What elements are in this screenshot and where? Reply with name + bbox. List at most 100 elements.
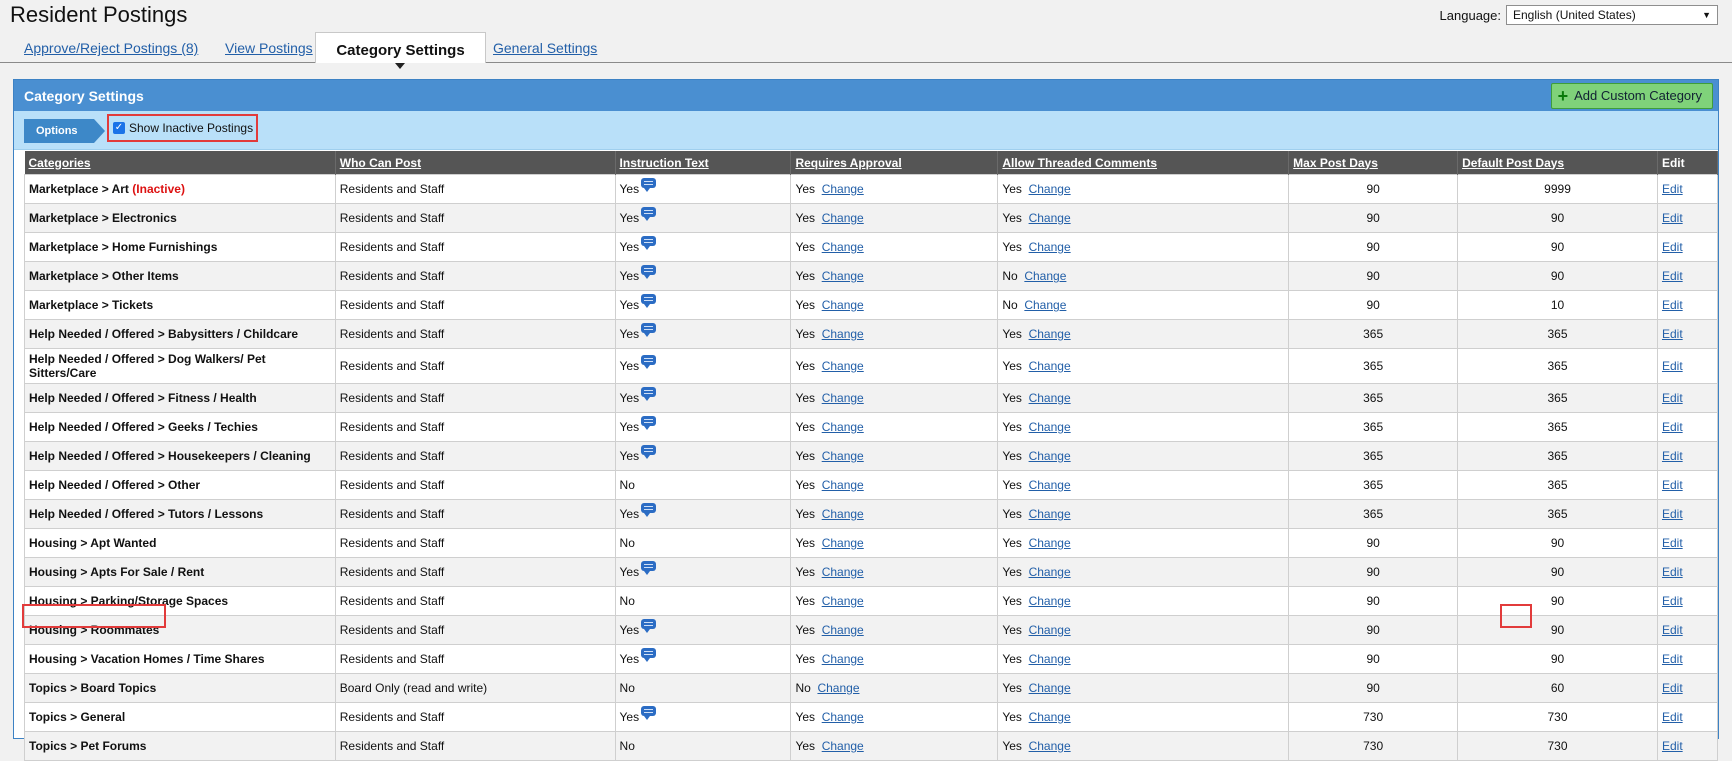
show-inactive-toggle[interactable]: ✓ Show Inactive Postings — [107, 114, 258, 142]
edit-link[interactable]: Edit — [1662, 298, 1683, 312]
speech-bubble-icon[interactable] — [641, 294, 657, 308]
cell-edit: Edit — [1656, 319, 1719, 349]
change-threaded-link[interactable]: Change — [1029, 327, 1071, 341]
speech-bubble-icon[interactable] — [641, 355, 657, 369]
edit-link[interactable]: Edit — [1662, 211, 1683, 225]
edit-link[interactable]: Edit — [1662, 739, 1683, 753]
change-approval-link[interactable]: Change — [822, 240, 864, 254]
change-threaded-link[interactable]: Change — [1024, 298, 1066, 312]
edit-link[interactable]: Edit — [1662, 449, 1683, 463]
change-threaded-link[interactable]: Change — [1029, 449, 1071, 463]
change-approval-link[interactable]: Change — [822, 710, 864, 724]
change-approval-link[interactable]: Change — [822, 507, 864, 521]
edit-link[interactable]: Edit — [1662, 240, 1683, 254]
instruction-value: Yes — [619, 449, 640, 463]
speech-bubble-icon[interactable] — [641, 178, 657, 192]
header-requires-approval[interactable]: Requires Approval — [790, 151, 999, 175]
change-approval-link[interactable]: Change — [822, 449, 864, 463]
edit-link[interactable]: Edit — [1662, 359, 1683, 373]
speech-bubble-icon[interactable] — [641, 503, 657, 517]
change-approval-link[interactable]: Change — [822, 623, 864, 637]
edit-link[interactable]: Edit — [1662, 327, 1683, 341]
change-approval-link[interactable]: Change — [822, 391, 864, 405]
change-threaded-link[interactable]: Change — [1029, 652, 1071, 666]
header-who-can-post[interactable]: Who Can Post — [335, 151, 616, 175]
change-threaded-link[interactable]: Change — [1024, 269, 1066, 283]
edit-link[interactable]: Edit — [1662, 507, 1683, 521]
speech-bubble-icon[interactable] — [641, 648, 657, 662]
change-approval-link[interactable]: Change — [822, 420, 864, 434]
speech-bubble-icon[interactable] — [641, 445, 657, 459]
change-approval-link[interactable]: Change — [822, 594, 864, 608]
header-allow-threaded-comments[interactable]: Allow Threaded Comments — [997, 151, 1290, 175]
change-threaded-link[interactable]: Change — [1029, 420, 1071, 434]
edit-link[interactable]: Edit — [1662, 681, 1683, 695]
change-threaded-link[interactable]: Change — [1029, 710, 1071, 724]
change-approval-link[interactable]: Change — [822, 565, 864, 579]
edit-link[interactable]: Edit — [1662, 710, 1683, 724]
speech-bubble-icon[interactable] — [641, 706, 657, 720]
change-threaded-link[interactable]: Change — [1029, 536, 1071, 550]
tab-approve-reject[interactable]: Approve/Reject Postings (8) — [24, 40, 198, 56]
speech-bubble-icon[interactable] — [641, 387, 657, 401]
tab-view-postings[interactable]: View Postings — [225, 40, 313, 56]
change-threaded-link[interactable]: Change — [1029, 739, 1071, 753]
header-default-post-days[interactable]: Default Post Days — [1457, 151, 1658, 175]
edit-link[interactable]: Edit — [1662, 565, 1683, 579]
change-approval-link[interactable]: Change — [822, 327, 864, 341]
edit-link[interactable]: Edit — [1662, 652, 1683, 666]
change-threaded-link[interactable]: Change — [1029, 507, 1071, 521]
change-approval-link[interactable]: Change — [822, 298, 864, 312]
change-approval-link[interactable]: Change — [822, 652, 864, 666]
cell-edit: Edit — [1656, 528, 1719, 558]
change-approval-link[interactable]: Change — [822, 211, 864, 225]
cell-instruction-text: Yes — [614, 203, 792, 233]
speech-bubble-icon[interactable] — [641, 416, 657, 430]
show-inactive-checkbox[interactable]: ✓ — [113, 122, 125, 134]
add-custom-category-button[interactable]: + Add Custom Category — [1550, 82, 1713, 109]
tab-general-settings[interactable]: General Settings — [493, 40, 597, 56]
speech-bubble-icon[interactable] — [641, 323, 657, 337]
tab-category-settings[interactable]: Category Settings — [315, 32, 486, 69]
header-instruction-text[interactable]: Instruction Text — [615, 151, 792, 175]
approval-value: Yes — [795, 240, 816, 254]
change-threaded-link[interactable]: Change — [1029, 565, 1071, 579]
change-approval-link[interactable]: Change — [822, 536, 864, 550]
change-threaded-link[interactable]: Change — [1029, 359, 1071, 373]
change-approval-link[interactable]: Change — [822, 269, 864, 283]
cell-threaded-comments: Yes Change — [997, 499, 1290, 529]
speech-bubble-icon[interactable] — [641, 207, 657, 221]
edit-link[interactable]: Edit — [1662, 269, 1683, 283]
edit-link[interactable]: Edit — [1662, 594, 1683, 608]
change-approval-link[interactable]: Change — [817, 681, 859, 695]
change-approval-link[interactable]: Change — [822, 739, 864, 753]
edit-link[interactable]: Edit — [1662, 182, 1683, 196]
speech-bubble-icon[interactable] — [641, 265, 657, 279]
edit-link[interactable]: Edit — [1662, 420, 1683, 434]
speech-bubble-icon[interactable] — [641, 236, 657, 250]
edit-link[interactable]: Edit — [1662, 536, 1683, 550]
speech-bubble-icon[interactable] — [641, 619, 657, 633]
table-row: Housing > Parking/Storage Spaces Resident… — [24, 586, 1719, 616]
change-threaded-link[interactable]: Change — [1029, 623, 1071, 637]
change-threaded-link[interactable]: Change — [1029, 391, 1071, 405]
edit-link[interactable]: Edit — [1662, 391, 1683, 405]
cell-who-can-post: Residents and Staff — [334, 528, 616, 558]
change-threaded-link[interactable]: Change — [1029, 478, 1071, 492]
language-select[interactable]: English (United States) ▼ — [1506, 5, 1718, 25]
cell-threaded-comments: Yes Change — [997, 615, 1290, 645]
change-approval-link[interactable]: Change — [822, 478, 864, 492]
change-approval-link[interactable]: Change — [822, 182, 864, 196]
change-threaded-link[interactable]: Change — [1029, 240, 1071, 254]
change-threaded-link[interactable]: Change — [1029, 211, 1071, 225]
header-categories[interactable]: Categories — [24, 151, 336, 175]
speech-bubble-icon[interactable] — [641, 561, 657, 575]
edit-link[interactable]: Edit — [1662, 623, 1683, 637]
change-threaded-link[interactable]: Change — [1029, 182, 1071, 196]
edit-link[interactable]: Edit — [1662, 478, 1683, 492]
change-approval-link[interactable]: Change — [822, 359, 864, 373]
change-threaded-link[interactable]: Change — [1029, 594, 1071, 608]
header-max-post-days[interactable]: Max Post Days — [1288, 151, 1459, 175]
change-threaded-link[interactable]: Change — [1029, 681, 1071, 695]
cell-who-can-post: Residents and Staff — [334, 470, 616, 500]
